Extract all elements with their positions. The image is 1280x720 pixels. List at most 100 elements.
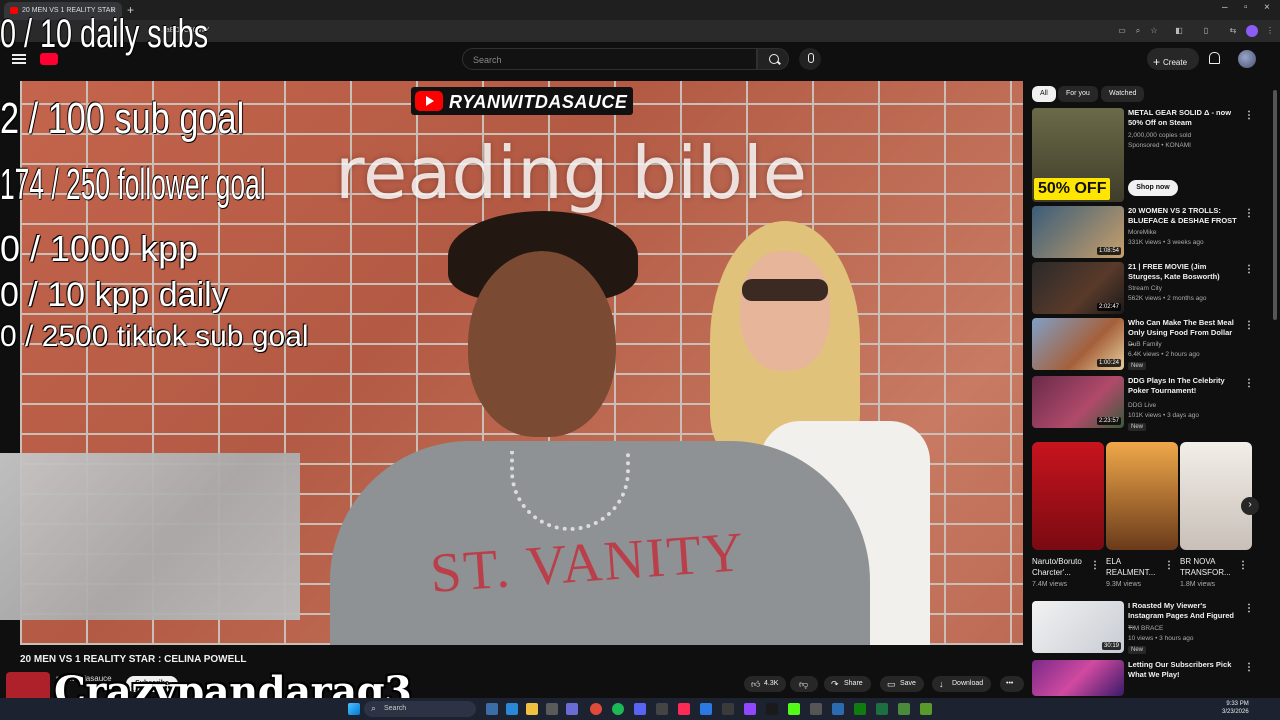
app-icon[interactable] bbox=[832, 703, 844, 715]
rec-title[interactable]: 21 | FREE MOVIE (Jim Sturgess, Kate Bosw… bbox=[1128, 262, 1240, 282]
system-clock[interactable]: 9:33 PM 3/23/2026 bbox=[1222, 700, 1249, 716]
minimize-icon[interactable]: – bbox=[1222, 2, 1228, 13]
scrollbar-thumb[interactable] bbox=[1273, 90, 1277, 320]
video-thumbnail[interactable]: 1:00:24 bbox=[1032, 318, 1124, 370]
like-button[interactable]: 👍︎ 4.3K bbox=[744, 676, 787, 692]
more-options-icon[interactable]: ⋮ bbox=[1244, 603, 1254, 614]
list-item[interactable]: Letting Our Subscribers Pick What We Pla… bbox=[1032, 660, 1272, 696]
short-title[interactable]: ELA REALMENT... bbox=[1106, 556, 1172, 578]
daily-subs-goal: 0 / 10 daily subs bbox=[0, 12, 209, 56]
search-icon[interactable] bbox=[757, 48, 789, 70]
download-label: Download bbox=[952, 680, 984, 687]
list-item[interactable]: 2:23:57 DDG Plays In The Celebrity Poker… bbox=[1032, 376, 1272, 431]
app-icon[interactable] bbox=[722, 703, 734, 715]
minecraft-icon[interactable] bbox=[920, 703, 932, 715]
video-thumbnail[interactable]: 2:23:57 bbox=[1032, 376, 1124, 428]
share-page-icon[interactable]: ⇆ bbox=[1228, 26, 1238, 36]
video-thumbnail[interactable]: 1:08:54 bbox=[1032, 206, 1124, 258]
xbox-icon[interactable] bbox=[854, 703, 866, 715]
short-thumbnail[interactable] bbox=[1032, 442, 1104, 550]
close-window-icon[interactable]: × bbox=[1264, 2, 1270, 13]
list-item[interactable]: 2:02:47 21 | FREE MOVIE (Jim Sturgess, K… bbox=[1032, 262, 1272, 314]
more-options-icon[interactable]: ⋮ bbox=[1244, 378, 1254, 389]
list-item[interactable]: 1:00:24 Who Can Make The Best Meal Only … bbox=[1032, 318, 1272, 370]
tiktok-icon[interactable] bbox=[678, 703, 690, 715]
kick-icon[interactable] bbox=[788, 703, 800, 715]
chrome-icon[interactable] bbox=[590, 703, 602, 715]
chip-for-you[interactable]: For you bbox=[1058, 86, 1098, 102]
kpp-goal: 0 / 1000 kpp bbox=[0, 228, 199, 269]
more-options-icon[interactable]: ⋮ bbox=[1090, 560, 1100, 571]
task-view-icon[interactable] bbox=[486, 703, 498, 715]
taskbar-search[interactable]: ⌕ Search bbox=[364, 701, 476, 717]
short-views: 7.4M views bbox=[1032, 581, 1068, 588]
more-options-icon[interactable]: ⋮ bbox=[1244, 662, 1254, 673]
obs-icon[interactable] bbox=[656, 703, 668, 715]
list-item[interactable]: 1:08:54 20 WOMEN VS 2 TROLLS: BLUEFACE &… bbox=[1032, 206, 1272, 258]
chip-watched[interactable]: Watched bbox=[1101, 86, 1145, 102]
file-explorer-icon[interactable] bbox=[526, 703, 538, 715]
zoom-icon[interactable]: ⌕ bbox=[1133, 26, 1143, 36]
list-item[interactable]: 30:19 I Roasted My Viewer's Instagram Pa… bbox=[1032, 601, 1272, 654]
save-button[interactable]: ▭ Save bbox=[880, 676, 924, 692]
ad-thumbnail[interactable]: 50% OFF bbox=[1032, 108, 1124, 202]
more-options-icon[interactable]: ⋮ bbox=[1164, 560, 1174, 571]
app-icon[interactable] bbox=[766, 703, 778, 715]
shop-now-button[interactable]: Shop now bbox=[1128, 180, 1178, 196]
app-icon[interactable] bbox=[810, 703, 822, 715]
rec-title[interactable]: DDG Plays In The Celebrity Poker Tournam… bbox=[1128, 376, 1240, 396]
spotify-icon[interactable] bbox=[612, 703, 624, 715]
short-views: 1.8M views bbox=[1180, 581, 1216, 588]
short-title[interactable]: Naruto/Boruto Charcter'... bbox=[1032, 556, 1098, 578]
sidebar-icon[interactable]: ▯ bbox=[1201, 26, 1211, 36]
more-options-icon[interactable]: ⋮ bbox=[1244, 208, 1254, 219]
account-avatar[interactable] bbox=[1238, 50, 1256, 68]
brand-text: RYANWITDASAUCE bbox=[449, 92, 628, 112]
store-icon[interactable] bbox=[546, 703, 558, 715]
notifications-bell-icon[interactable] bbox=[1209, 52, 1220, 64]
browser-menu-icon[interactable]: ⋮ bbox=[1265, 26, 1275, 36]
excel-icon[interactable] bbox=[876, 703, 888, 715]
more-actions-button[interactable]: ••• bbox=[1000, 676, 1024, 692]
windows-start-icon[interactable] bbox=[348, 703, 360, 715]
more-options-icon[interactable]: ⋮ bbox=[1244, 264, 1254, 275]
more-options-icon[interactable]: ⋮ bbox=[1238, 560, 1248, 571]
rec-channel[interactable]: Stream City bbox=[1128, 285, 1162, 292]
create-button[interactable]: + Create bbox=[1147, 48, 1199, 70]
rec-channel[interactable]: MoreMike bbox=[1128, 229, 1157, 236]
short-thumbnail[interactable] bbox=[1180, 442, 1252, 550]
share-button[interactable]: ↷ Share bbox=[824, 676, 871, 692]
rec-channel[interactable]: DuB Family bbox=[1128, 341, 1162, 348]
profile-avatar-icon[interactable] bbox=[1246, 25, 1258, 37]
extensions-icon[interactable]: ◧ bbox=[1174, 26, 1184, 36]
short-title[interactable]: BR NOVA TRANSFOR... bbox=[1180, 556, 1246, 578]
edge-icon[interactable] bbox=[506, 703, 518, 715]
voice-search-icon[interactable] bbox=[799, 48, 821, 70]
rec-channel[interactable]: DDG Live bbox=[1128, 402, 1156, 409]
discord-icon[interactable] bbox=[634, 703, 646, 715]
short-thumbnail[interactable] bbox=[1106, 442, 1178, 550]
dislike-button[interactable]: 👎︎ bbox=[790, 676, 818, 692]
chevron-right-icon[interactable]: › bbox=[1241, 497, 1259, 515]
download-button[interactable]: ↓ Download bbox=[932, 676, 992, 692]
more-options-icon[interactable]: ⋮ bbox=[1244, 320, 1254, 331]
cast-icon[interactable]: ▭ bbox=[1117, 26, 1127, 36]
more-options-icon[interactable]: ⋮ bbox=[1244, 110, 1254, 121]
video-thumbnail[interactable]: 30:19 bbox=[1032, 601, 1124, 653]
chip-all[interactable]: All bbox=[1032, 86, 1056, 102]
rec-channel[interactable]: TIM BRACE bbox=[1128, 625, 1163, 632]
app-icon[interactable] bbox=[566, 703, 578, 715]
video-thumbnail[interactable] bbox=[1032, 660, 1124, 696]
bookmark-star-icon[interactable]: ☆ bbox=[1149, 26, 1159, 36]
video-thumbnail[interactable]: 2:02:47 bbox=[1032, 262, 1124, 314]
rec-meta: 101K views • 3 days ago bbox=[1128, 412, 1199, 419]
rec-title[interactable]: Letting Our Subscribers Pick What We Pla… bbox=[1128, 660, 1240, 680]
app-icon[interactable] bbox=[700, 703, 712, 715]
twitch-icon[interactable] bbox=[744, 703, 756, 715]
maximize-icon[interactable]: ▫ bbox=[1244, 2, 1248, 13]
rec-title[interactable]: 20 WOMEN VS 2 TROLLS: BLUEFACE & DESHAE … bbox=[1128, 206, 1240, 226]
app-icon[interactable] bbox=[898, 703, 910, 715]
search-input[interactable]: Search bbox=[462, 48, 757, 70]
sponsored-ad[interactable]: 50% OFF METAL GEAR SOLID Δ - now 50% Off… bbox=[1032, 108, 1272, 202]
rec-meta: 562K views • 2 months ago bbox=[1128, 295, 1207, 302]
